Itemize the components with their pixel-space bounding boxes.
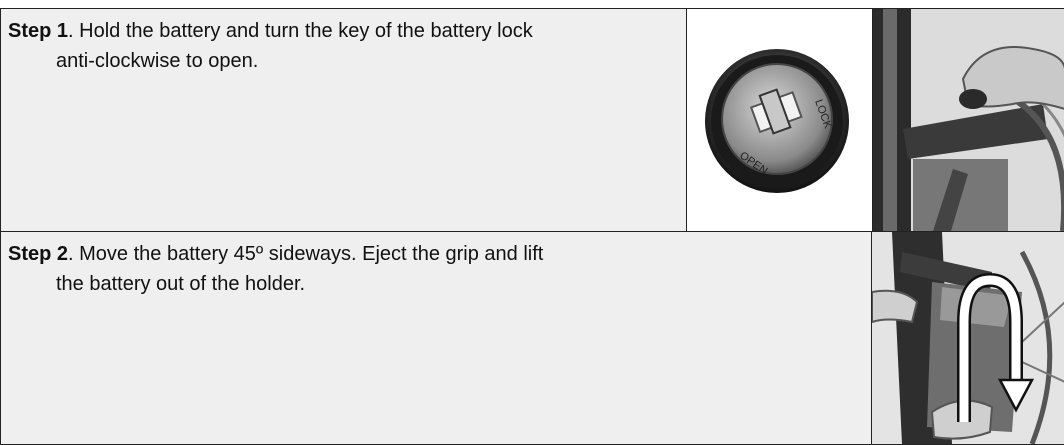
step-1-row: Step 1. Hold the battery and turn the ke… bbox=[0, 8, 1064, 232]
step-2-instruction: Step 2. Move the battery 45º sideways. E… bbox=[8, 239, 543, 299]
lock-image-cell: LOCK OPEN bbox=[687, 9, 873, 231]
step-2-row: Step 2. Move the battery 45º sideways. E… bbox=[0, 231, 1064, 445]
hand-on-battery-lock-photo bbox=[873, 9, 1064, 231]
step-1-label: Step 1 bbox=[8, 20, 69, 42]
step-2-line-1: . Move the battery 45º sideways. Eject t… bbox=[68, 243, 544, 265]
instruction-table: Step 1. Hold the battery and turn the ke… bbox=[0, 0, 1064, 445]
step-1-instruction: Step 1. Hold the battery and turn the ke… bbox=[8, 16, 533, 76]
step-2-line-2: the battery out of the holder. bbox=[56, 273, 306, 295]
battery-removal-photo bbox=[872, 232, 1064, 444]
step-1-line-2: anti-clockwise to open. bbox=[56, 50, 259, 72]
step-2-photo-cell bbox=[872, 232, 1064, 444]
battery-lock-image: LOCK OPEN bbox=[705, 49, 849, 193]
step-1-photo-cell bbox=[873, 9, 1064, 231]
step-2-label: Step 2 bbox=[8, 243, 69, 265]
step-1-text-cell: Step 1. Hold the battery and turn the ke… bbox=[1, 9, 687, 231]
step-2-text-cell: Step 2. Move the battery 45º sideways. E… bbox=[1, 232, 872, 444]
step-1-line-1: . Hold the battery and turn the key of t… bbox=[68, 20, 533, 42]
